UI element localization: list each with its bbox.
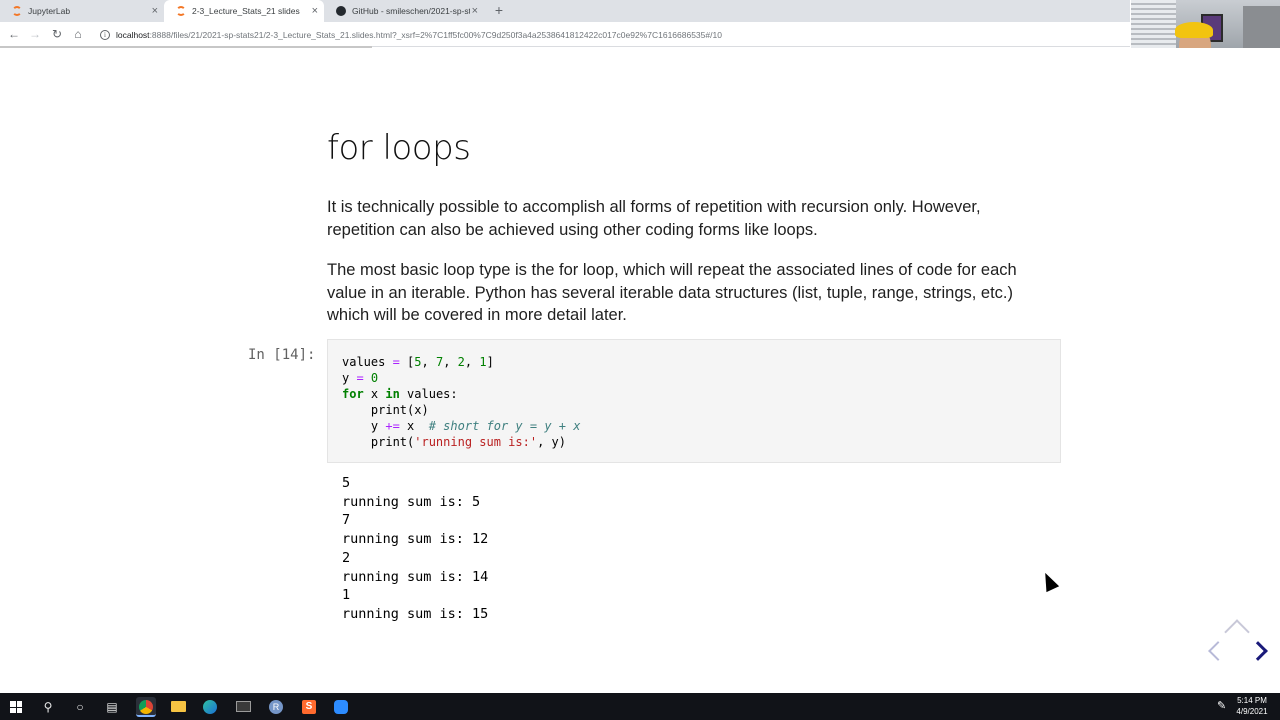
browser-tab-bar: JupyterLab × 2-3_Lecture_Stats_21 slides… (0, 0, 1130, 22)
sublime-icon[interactable]: S (299, 697, 319, 717)
slide-nav-right-icon[interactable] (1248, 641, 1268, 661)
output-line: 7 (342, 512, 351, 529)
jupyter-icon (12, 6, 22, 16)
slide-title: for loops (327, 128, 471, 168)
slide-nav-up-icon[interactable] (1224, 619, 1250, 645)
r-app-icon[interactable]: R (266, 697, 286, 717)
close-icon[interactable]: × (312, 4, 318, 18)
zoom-icon[interactable] (331, 697, 351, 717)
clock-date: 4/9/2021 (1236, 707, 1268, 716)
address-bar[interactable]: i localhost :8888/files/21/2021-sp-stats… (92, 25, 1126, 44)
start-button[interactable] (6, 697, 26, 717)
taskbar: ⚲ ○ ▤ R S ✎ 5:14 PM 4/9/2021 (0, 693, 1280, 720)
file-explorer-icon[interactable] (168, 697, 188, 717)
task-view-icon[interactable]: ▤ (102, 697, 122, 717)
tab-label: GitHub - smileschen/2021-sp-sta (352, 6, 470, 16)
url-path: :8888/files/21/2021-sp-stats21/2-3_Lectu… (149, 29, 722, 40)
output-line: 5 (342, 475, 351, 491)
system-clock[interactable]: 5:14 PM 4/9/2021 (1232, 695, 1272, 717)
tab-jupyterlab[interactable]: JupyterLab × (0, 0, 164, 22)
terminal-icon[interactable] (233, 697, 253, 717)
slide-nav-left-icon[interactable] (1208, 641, 1228, 661)
code-output: 5 running sum is: 5 7 running sum is: 12… (342, 474, 488, 624)
back-arrow-icon[interactable]: ← (6, 26, 22, 42)
browser-toolbar: ← → ↻ ⌂ i localhost :8888/files/21/2021-… (0, 22, 1130, 47)
output-line: 2 (342, 549, 351, 566)
chrome-icon[interactable] (136, 697, 156, 717)
paragraph-for-loop: The most basic loop type is the for loop… (327, 261, 1017, 324)
url-host: localhost (116, 29, 150, 40)
code-cell[interactable]: values = [5, 7, 2, 1] y = 0 for x in val… (327, 339, 1061, 463)
tab-github[interactable]: GitHub - smileschen/2021-sp-sta × (324, 0, 484, 22)
clock-time: 5:14 PM (1237, 696, 1267, 705)
close-icon[interactable]: × (152, 4, 158, 18)
code-source: values = [5, 7, 2, 1] y = 0 for x in val… (342, 355, 581, 449)
slide: for loops It is technically possible to … (0, 48, 1280, 693)
paragraph-recursion: It is technically possible to accomplish… (327, 198, 981, 239)
output-line: 1 (342, 587, 351, 604)
tab-label: 2-3_Lecture_Stats_21 slides (192, 6, 300, 16)
output-line: running sum is: 15 (342, 605, 489, 622)
info-icon[interactable]: i (100, 29, 110, 40)
output-line: running sum is: 14 (342, 568, 489, 585)
search-icon[interactable]: ⚲ (38, 697, 58, 717)
screen: JupyterLab × 2-3_Lecture_Stats_21 slides… (0, 0, 1280, 720)
input-prompt: In [14]: (248, 347, 316, 363)
new-tab-button[interactable]: + (491, 2, 507, 18)
tab-lecture-slides[interactable]: 2-3_Lecture_Stats_21 slides × (164, 0, 324, 22)
forward-arrow-icon[interactable]: → (27, 26, 43, 42)
github-icon (336, 6, 346, 16)
output-line: running sum is: 5 (342, 493, 481, 510)
output-line: running sum is: 12 (342, 531, 489, 548)
windows-icon (10, 701, 22, 713)
cortana-icon[interactable]: ○ (70, 697, 90, 717)
reload-icon[interactable]: ↻ (49, 26, 65, 42)
pen-icon[interactable]: ✎ (1217, 699, 1226, 712)
jupyter-icon (176, 6, 186, 16)
tab-label: JupyterLab (28, 6, 71, 16)
close-icon[interactable]: × (472, 4, 478, 18)
home-icon[interactable]: ⌂ (70, 26, 86, 42)
edge-icon[interactable] (200, 697, 220, 717)
